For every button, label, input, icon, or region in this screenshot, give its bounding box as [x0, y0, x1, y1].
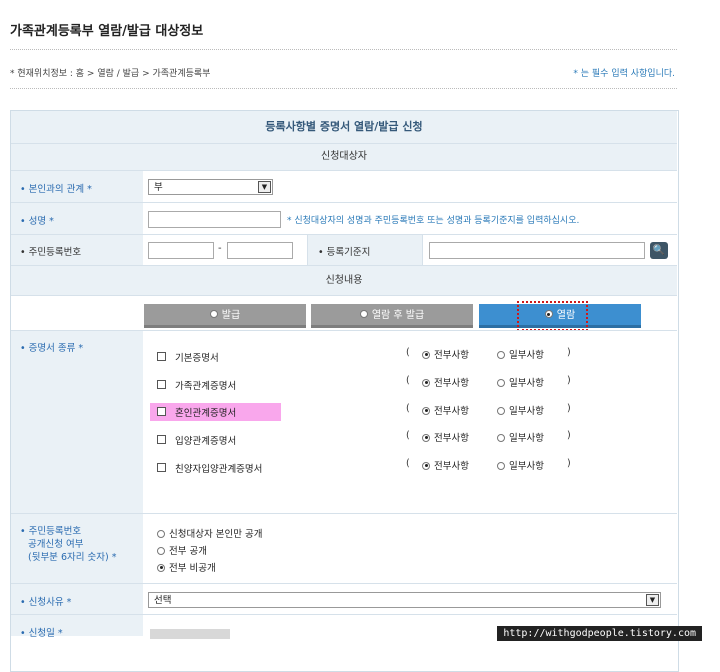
paren-close: ) [567, 458, 571, 469]
radio-selected-icon [157, 563, 165, 572]
radio-icon [497, 406, 505, 415]
required-note: * 는 필수 입력 사항입니다. [573, 69, 675, 79]
focus-highlight [517, 301, 588, 331]
cert-checkbox[interactable] [157, 463, 166, 472]
radio-selected-icon [422, 350, 430, 359]
radio-selected-icon [422, 461, 430, 470]
divider [11, 513, 677, 514]
relation-value: 부 [154, 182, 163, 193]
paren-open: ( [406, 403, 410, 414]
radio-icon [497, 350, 505, 359]
reason-label: • 신청사유 * [20, 597, 72, 608]
cert-name: 가족관계증명서 [175, 381, 237, 392]
radio-icon [497, 433, 505, 442]
disclosure-option-all[interactable]: 전부 공개 [157, 543, 207, 557]
radio-icon [157, 546, 165, 555]
reason-value: 선택 [154, 595, 172, 606]
rrn-disclosure-label-1: • 주민등록번호 [20, 526, 82, 537]
full-option[interactable]: 전부사항 [422, 458, 469, 472]
partial-option[interactable]: 일부사항 [497, 430, 544, 444]
relation-select[interactable]: 부 ▼ [148, 179, 273, 195]
paren-close: ) [567, 347, 571, 358]
chevron-down-icon: ▼ [258, 181, 271, 193]
full-option[interactable]: 전부사항 [422, 430, 469, 444]
breadcrumb: * 현재위치정보 : 홈 > 열람 / 발급 > 가족관계등록부 [10, 69, 211, 79]
chevron-down-icon: ▼ [646, 594, 659, 606]
partial-option[interactable]: 일부사항 [497, 375, 544, 389]
paren-close: ) [567, 430, 571, 441]
divider [11, 295, 677, 296]
name-hint: * 신청대상자의 성명과 주민등록번호 또는 성명과 등록기준지를 입력하십시오… [287, 216, 580, 226]
rrn-front-input[interactable] [148, 242, 214, 259]
form-title: 등록사항별 증명서 열람/발급 신청 [11, 111, 677, 143]
paren-open: ( [406, 430, 410, 441]
register-base-input[interactable] [429, 242, 645, 259]
rrn-dash: - [218, 243, 222, 254]
cert-checkbox[interactable] [157, 352, 166, 361]
partial-option[interactable]: 일부사항 [497, 347, 544, 361]
disclosure-option-none[interactable]: 전부 비공개 [157, 560, 216, 574]
radio-icon [497, 378, 505, 387]
divider [11, 583, 677, 584]
cert-name: 혼인관계증명서 [175, 408, 237, 419]
divider [422, 235, 423, 265]
radio-icon [359, 310, 368, 318]
radio-selected-icon [422, 378, 430, 387]
register-base-label: • 등록기준지 [318, 247, 371, 258]
blurred-date-value [150, 629, 230, 639]
full-option[interactable]: 전부사항 [422, 347, 469, 361]
paren-close: ) [567, 403, 571, 414]
search-icon: 🔍 [652, 245, 666, 256]
radio-icon [497, 461, 505, 470]
tab-issue-label: 발급 [221, 310, 241, 321]
paren-open: ( [406, 375, 410, 386]
tab-view-then-issue[interactable]: 열람 후 발급 [311, 304, 473, 328]
tab-issue[interactable]: 발급 [144, 304, 306, 328]
radio-icon [157, 529, 165, 538]
radio-selected-icon [422, 406, 430, 415]
divider [10, 88, 677, 89]
full-option[interactable]: 전부사항 [422, 403, 469, 417]
radio-icon [209, 310, 218, 318]
divider [10, 49, 677, 50]
cert-name: 기본증명서 [175, 353, 219, 364]
cert-checkbox[interactable] [157, 380, 166, 389]
cert-checkbox[interactable] [157, 407, 166, 416]
divider [11, 614, 677, 615]
rrn-back-input[interactable] [227, 242, 293, 259]
partial-option[interactable]: 일부사항 [497, 403, 544, 417]
paren-open: ( [406, 347, 410, 358]
full-option[interactable]: 전부사항 [422, 375, 469, 389]
rrn-disclosure-label-3: (뒷부분 6자리 숫자) * [28, 552, 117, 563]
name-input[interactable] [148, 211, 281, 228]
cert-checkbox[interactable] [157, 435, 166, 444]
search-button[interactable]: 🔍 [650, 242, 668, 259]
paren-close: ) [567, 375, 571, 386]
page-title: 가족관계등록부 열람/발급 대상정보 [10, 24, 204, 39]
name-label: • 성명 * [20, 216, 54, 227]
cert-type-label: • 증명서 종류 * [20, 343, 84, 354]
rrn-label: • 주민등록번호 [20, 247, 82, 258]
reason-select[interactable]: 선택 ▼ [148, 592, 661, 608]
rrn-disclosure-label-2: 공개신청 여부 [28, 539, 84, 550]
tab-view-then-issue-label: 열람 후 발급 [371, 310, 425, 321]
cert-name: 입양관계증명서 [175, 436, 237, 447]
relation-label: • 본인과의 관계 * [20, 184, 92, 195]
divider [11, 202, 677, 203]
disclosure-option-self[interactable]: 신청대상자 본인만 공개 [157, 526, 262, 540]
section-header-target: 신청대상자 [11, 144, 677, 170]
apply-date-label: • 신청일 * [20, 628, 63, 639]
watermark: http://withgodpeople.tistory.com [497, 626, 702, 641]
label-column [11, 331, 143, 636]
partial-option[interactable]: 일부사항 [497, 458, 544, 472]
cert-name: 친양자입양관계증명서 [175, 464, 263, 475]
divider [11, 330, 677, 331]
section-header-content: 신청내용 [11, 266, 677, 295]
paren-open: ( [406, 458, 410, 469]
radio-selected-icon [422, 433, 430, 442]
